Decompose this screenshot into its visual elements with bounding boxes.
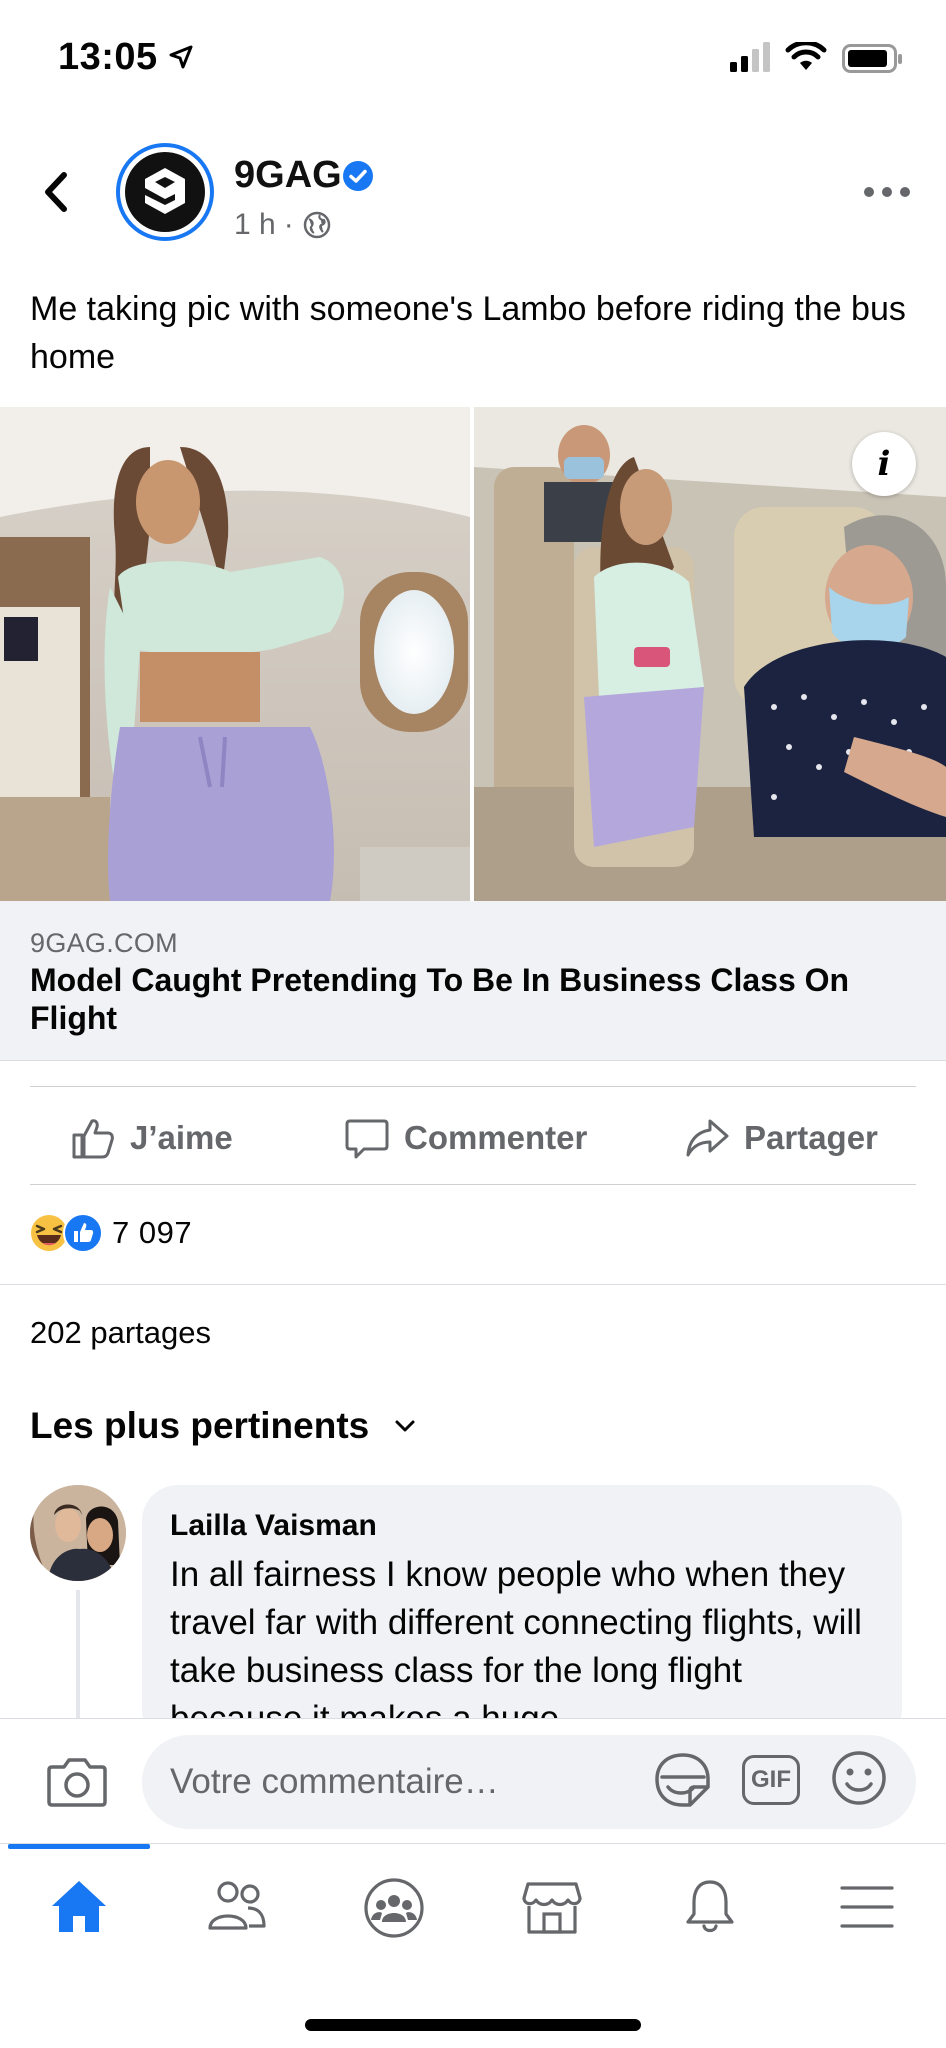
info-button[interactable]: i xyxy=(852,432,916,496)
meta-separator: · xyxy=(283,208,294,241)
page-avatar[interactable] xyxy=(116,143,214,241)
notifications-bell-icon[interactable] xyxy=(680,1876,740,1938)
comment-author[interactable]: Lailla Vaisman xyxy=(170,1509,377,1543)
post-time[interactable]: 1 h xyxy=(234,208,276,242)
verified-badge-icon xyxy=(343,161,373,191)
cellular-signal-icon xyxy=(730,42,770,72)
battery-icon xyxy=(842,44,902,73)
more-options-icon[interactable] xyxy=(862,182,912,202)
post-image-left[interactable] xyxy=(0,407,470,901)
home-icon[interactable] xyxy=(48,1876,110,1938)
location-arrow-icon xyxy=(169,45,193,69)
shares-count[interactable]: 202 partages xyxy=(30,1315,211,1351)
thumbs-up-icon xyxy=(72,1119,114,1159)
like-label: J’aime xyxy=(130,1119,233,1156)
divider xyxy=(30,1086,916,1087)
share-arrow-icon xyxy=(686,1119,729,1157)
status-bar: 13:05 xyxy=(0,0,946,120)
link-domain: 9GAG.COM xyxy=(30,928,178,958)
gif-button[interactable]: GIF xyxy=(742,1755,800,1805)
marketplace-icon[interactable] xyxy=(520,1876,584,1938)
comment-placeholder: Votre commentaire… xyxy=(170,1762,499,1801)
active-tab-indicator xyxy=(8,1844,150,1849)
reactions-summary[interactable]: 7 097 xyxy=(28,1212,192,1254)
friends-icon[interactable] xyxy=(204,1876,268,1938)
avatar-sticker-icon[interactable] xyxy=(652,1749,714,1811)
comment-text: In all fairness I know people who when t… xyxy=(170,1555,862,1738)
share-button[interactable]: Partager xyxy=(684,1112,878,1164)
reaction-count: 7 097 xyxy=(112,1215,193,1250)
status-time: 13:05 xyxy=(58,36,158,78)
divider xyxy=(0,1284,946,1285)
9gag-logo xyxy=(125,152,205,232)
share-label: Partager xyxy=(744,1119,878,1156)
speech-bubble-icon xyxy=(345,1119,389,1159)
groups-icon[interactable] xyxy=(362,1876,426,1940)
page-name[interactable]: 9GAG xyxy=(234,154,342,197)
wifi-icon xyxy=(785,42,827,70)
menu-icon[interactable] xyxy=(838,1876,896,1938)
post-text: Me taking pic with someone's Lambo befor… xyxy=(30,290,906,376)
reply-thread-line xyxy=(76,1590,80,1720)
comment-button[interactable]: Commenter xyxy=(344,1112,587,1164)
back-button[interactable] xyxy=(36,165,76,219)
comment-label: Commenter xyxy=(404,1119,588,1156)
like-button[interactable]: J’aime xyxy=(70,1112,233,1164)
comment-composer: Votre commentaire… GIF xyxy=(0,1718,946,1842)
home-indicator-bar xyxy=(305,2019,641,2031)
link-preview[interactable]: 9GAG.COM Model Caught Pretending To Be I… xyxy=(0,901,946,1061)
bottom-nav xyxy=(0,1843,946,2048)
post-meta: 1 h · xyxy=(234,208,332,242)
divider xyxy=(30,1184,916,1185)
globe-icon xyxy=(303,211,330,239)
comment-bubble[interactable]: Lailla Vaisman In all fairness I know pe… xyxy=(142,1485,902,1745)
link-title: Model Caught Pretending To Be In Busines… xyxy=(30,962,850,1036)
like-reaction-icon xyxy=(63,1213,103,1253)
chevron-down-icon xyxy=(395,1420,415,1432)
emoji-icon[interactable] xyxy=(830,1749,888,1807)
comments-sort-dropdown[interactable]: Les plus pertinents xyxy=(30,1405,417,1447)
sort-label: Les plus pertinents xyxy=(30,1405,370,1446)
commenter-avatar[interactable] xyxy=(30,1485,126,1581)
camera-icon[interactable] xyxy=(46,1755,108,1809)
